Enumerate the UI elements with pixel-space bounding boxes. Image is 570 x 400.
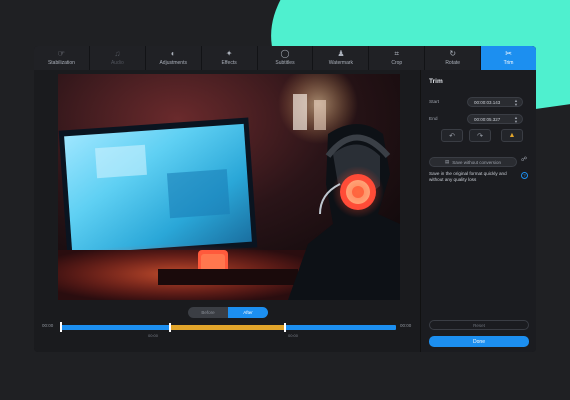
music-note-icon: ♫ xyxy=(114,49,121,58)
panel-title: Trim xyxy=(429,78,443,85)
reset-button[interactable]: Reset xyxy=(429,320,529,330)
tab-label: Watermark xyxy=(328,60,354,66)
tab-watermark[interactable]: ♟ Watermark xyxy=(313,46,370,70)
contrast-icon: ◐ xyxy=(170,49,176,58)
gamer-video-image xyxy=(58,74,400,300)
save-icon: ▤ xyxy=(444,159,450,164)
stamp-icon: ♟ xyxy=(337,49,345,58)
undo-icon: ↶ xyxy=(449,132,455,140)
tab-crop[interactable]: ⌗ Crop xyxy=(369,46,426,70)
editor-window: ☞ Stabilization ♫ Audio ◐ Adjustments ✦ … xyxy=(34,46,536,352)
before-button[interactable]: Before xyxy=(188,307,228,318)
magic-wand-icon: ✦ xyxy=(225,49,233,58)
tab-label: Trim xyxy=(503,60,514,66)
redo-button[interactable]: ↷ xyxy=(469,129,491,142)
timeline[interactable] xyxy=(34,322,420,338)
trim-panel: Trim Start 00:00:03.143 ▲ ▼ End 00:00:05.… xyxy=(420,70,536,352)
tab-label: Rotate xyxy=(445,60,461,66)
after-button[interactable]: After xyxy=(228,307,268,318)
end-time-spinner-icon[interactable]: ▲ ▼ xyxy=(514,116,518,124)
tab-label: Subtitles xyxy=(275,60,295,66)
selection-end-time: 00:00 xyxy=(288,333,299,338)
end-time-value: 00:00:05.327 xyxy=(474,116,501,122)
trash-icon: ▲ xyxy=(508,132,516,139)
scissors-icon: ✂ xyxy=(505,49,512,58)
info-icon[interactable]: ? xyxy=(521,172,528,179)
before-after-toggle[interactable]: Before After xyxy=(188,307,268,318)
tab-label: Effects xyxy=(221,60,237,66)
tab-label: Adjustments xyxy=(159,60,187,66)
tab-label: Crop xyxy=(391,60,403,66)
crop-icon: ⌗ xyxy=(394,49,400,58)
start-time-value: 00:00:03.143 xyxy=(474,99,501,105)
tab-audio[interactable]: ♫ Audio xyxy=(89,46,146,70)
end-time-field[interactable]: 00:00:05.327 ▲ ▼ xyxy=(467,114,523,124)
tab-subtitles[interactable]: ◯ Subtitles xyxy=(257,46,314,70)
tab-label: Stabilization xyxy=(47,60,75,66)
undo-button[interactable]: ↶ xyxy=(441,129,463,142)
tab-adjustments[interactable]: ◐ Adjustments xyxy=(145,46,202,70)
delete-button[interactable]: ▲ xyxy=(501,129,523,142)
video-frame[interactable] xyxy=(58,74,400,300)
time-end: 00:00 xyxy=(400,323,412,328)
tab-label: Audio xyxy=(110,60,124,66)
end-label: End xyxy=(429,117,438,122)
save-without-conversion-button[interactable]: ▤ Save without conversion xyxy=(429,157,517,167)
selection-start-time: 00:00 xyxy=(148,333,159,338)
tab-rotate[interactable]: ↻ Rotate xyxy=(425,46,482,70)
save-info-text: Save in the original format quickly and … xyxy=(429,171,507,183)
rotate-icon: ↻ xyxy=(449,49,457,58)
time-start: 00:00 xyxy=(42,323,54,328)
redo-icon: ↷ xyxy=(477,132,483,140)
stabilization-icon: ☞ xyxy=(57,49,66,58)
start-time-spinner-icon[interactable]: ▲ ▼ xyxy=(514,99,518,107)
preview-area: Before After 00:00 00:00 00:00 00:00 ◉ ♬ xyxy=(34,70,420,352)
tab-stabilization[interactable]: ☞ Stabilization xyxy=(34,46,90,70)
tab-effects[interactable]: ✦ Effects xyxy=(201,46,258,70)
tool-tabs: ☞ Stabilization ♫ Audio ◐ Adjustments ✦ … xyxy=(34,46,536,70)
speech-bubble-icon: ◯ xyxy=(280,49,290,58)
link-icon[interactable]: ☍ xyxy=(521,156,527,163)
tab-trim[interactable]: ✂ Trim xyxy=(481,46,536,70)
start-time-field[interactable]: 00:00:03.143 ▲ ▼ xyxy=(467,97,523,107)
start-label: Start xyxy=(429,100,440,105)
done-button[interactable]: Done xyxy=(429,336,529,347)
save-button-label: Save without conversion xyxy=(452,159,502,165)
timeline-track[interactable] xyxy=(34,322,420,338)
